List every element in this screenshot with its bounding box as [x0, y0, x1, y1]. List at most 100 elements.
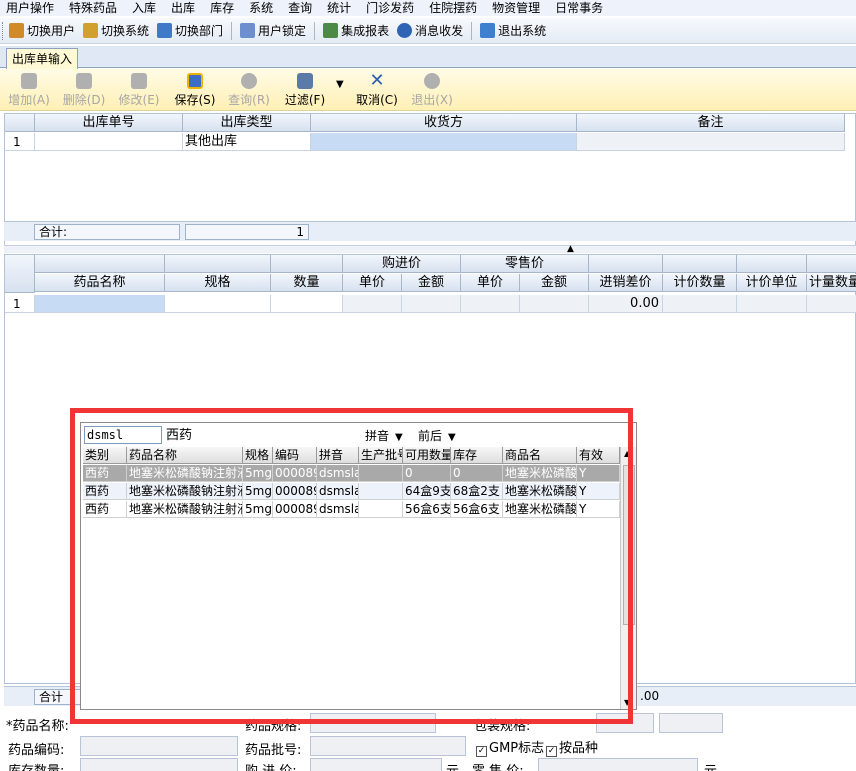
col-order-type[interactable]: 出库类型 — [183, 114, 311, 132]
menu-materials[interactable]: 物资管理 — [492, 2, 540, 14]
col-spec[interactable]: 规格 — [165, 274, 271, 292]
batch-field[interactable] — [310, 736, 466, 756]
pack-spec-field[interactable] — [596, 713, 654, 733]
switch-user-button[interactable]: 切换用户 — [9, 22, 75, 39]
popup-scroll-thumb[interactable] — [623, 465, 635, 625]
col-retail-amount[interactable]: 金额 — [520, 274, 589, 292]
col-billing-unit[interactable]: 计价单位 — [737, 274, 807, 292]
popup-cell-pinyin: dsmsla — [317, 483, 359, 500]
menu-daily[interactable]: 日常事务 — [555, 2, 603, 14]
note-cell[interactable] — [577, 133, 845, 151]
drug-spec-field[interactable] — [310, 713, 436, 733]
measure-qty-cell[interactable] — [807, 295, 856, 313]
menu-stock-out[interactable]: 出库 — [171, 2, 195, 14]
col-price-diff[interactable]: 进销差价 — [589, 274, 663, 292]
by-kind-checkbox[interactable]: ✓ 按品种 — [546, 737, 598, 757]
col-purchase-amount[interactable]: 金额 — [402, 274, 461, 292]
purchase-price-field[interactable] — [310, 758, 442, 771]
col-code[interactable]: 编码 — [273, 447, 317, 464]
exit-system-button[interactable]: 退出系统 — [480, 22, 546, 39]
spec-cell[interactable] — [165, 295, 271, 313]
group-retail-price: 零售价 — [461, 255, 589, 273]
menu-special-drugs[interactable]: 特殊药品 — [69, 2, 117, 14]
switch-system-button[interactable]: 切换系统 — [83, 22, 149, 39]
switch-department-button[interactable]: 切换部门 — [157, 22, 223, 39]
purchase-unit-price-cell[interactable] — [343, 295, 402, 313]
integrated-report-button[interactable]: 集成报表 — [323, 22, 389, 39]
popup-cell-category: 西药 — [83, 483, 127, 500]
scroll-up-icon[interactable]: ▲ — [624, 449, 630, 458]
pack-spec-field-2[interactable] — [659, 713, 723, 733]
retail-price-field[interactable] — [538, 758, 698, 771]
splitter-caret-icon[interactable]: ▲ — [567, 244, 574, 254]
billing-qty-cell[interactable] — [663, 295, 737, 313]
menu-outpatient[interactable]: 门诊发药 — [366, 2, 414, 14]
menu-statistics[interactable]: 统计 — [327, 2, 351, 14]
save-button[interactable]: 保存(S) — [172, 73, 218, 108]
pinyin-search-input[interactable]: dsmsl — [84, 426, 162, 444]
col-note[interactable]: 备注 — [577, 114, 845, 132]
price-diff-cell[interactable]: 0.00 — [589, 295, 663, 313]
delete-button[interactable]: 删除(D) — [61, 73, 107, 108]
col-billing-qty[interactable]: 计价数量 — [663, 274, 737, 292]
filter-button[interactable]: 过滤(F) — [282, 73, 328, 108]
add-button[interactable]: 增加(A) — [6, 73, 52, 108]
query-button[interactable]: 查询(R) — [226, 73, 272, 108]
col-purchase-unit-price[interactable]: 单价 — [343, 274, 402, 292]
col-drug-name[interactable]: 药品名称 — [35, 274, 165, 292]
col-order-no[interactable]: 出库单号 — [35, 114, 183, 132]
scroll-down-icon[interactable]: ▼ — [624, 698, 630, 707]
department-switch-icon — [157, 23, 173, 38]
col-quantity[interactable]: 数量 — [271, 274, 343, 292]
retail-amount-cell[interactable] — [520, 295, 589, 313]
col-name[interactable]: 药品名称 — [127, 447, 243, 464]
user-switch-icon — [9, 23, 24, 38]
col-trade-name[interactable]: 商品名 — [503, 447, 577, 464]
stock-label: 库存数量: — [8, 760, 64, 771]
stock-field[interactable] — [80, 758, 238, 771]
billing-unit-cell[interactable] — [737, 295, 807, 313]
retail-unit-price-cell[interactable] — [461, 295, 520, 313]
message-button[interactable]: 消息收发 — [397, 22, 463, 39]
drug-code-field[interactable] — [80, 736, 238, 756]
menu-user-ops[interactable]: 用户操作 — [6, 2, 54, 14]
gmp-checkbox[interactable]: ✓ GMP标志 — [476, 737, 544, 757]
by-kind-check-icon: ✓ — [546, 746, 557, 757]
col-pinyin[interactable]: 拼音 — [317, 447, 359, 464]
menu-stock-in[interactable]: 入库 — [132, 2, 156, 14]
retail-price-label: 零 售 价: — [472, 760, 524, 771]
quantity-cell[interactable] — [271, 295, 343, 313]
order-summary-bar: 合计: 1 — [4, 221, 856, 241]
toolbar-grip[interactable] — [2, 21, 5, 40]
menu-system[interactable]: 系统 — [249, 2, 273, 14]
purchase-amount-cell[interactable] — [402, 295, 461, 313]
popup-cell-code: 000089 — [273, 465, 317, 482]
col-stock[interactable]: 库存 — [451, 447, 503, 464]
filter-dropdown-icon[interactable]: ▼ — [336, 79, 344, 90]
col-available[interactable]: 可用数量 — [403, 447, 451, 464]
menu-query[interactable]: 查询 — [288, 2, 312, 14]
menu-inpatient[interactable]: 住院摆药 — [429, 2, 477, 14]
search-mode-dropdown[interactable]: 拼音 ▼ — [365, 427, 403, 444]
drug-name-cell[interactable] — [35, 295, 165, 313]
exit-action-button[interactable]: 退出(X) — [409, 73, 455, 108]
col-batch[interactable]: 生产批号 — [359, 447, 403, 464]
popup-cell-pinyin: dsmsla — [317, 465, 359, 482]
popup-scrollbar[interactable]: ▲ ▼ — [620, 447, 636, 709]
user-lock-button[interactable]: 用户锁定 — [240, 22, 306, 39]
col-retail-unit-price[interactable]: 单价 — [461, 274, 520, 292]
col-measure-qty[interactable]: 计量数量 — [807, 274, 856, 292]
cancel-button[interactable]: ✕ 取消(C) — [354, 72, 400, 108]
col-receiver[interactable]: 收货方 — [311, 114, 577, 132]
col-valid[interactable]: 有效 — [577, 447, 620, 464]
edit-button[interactable]: 修改(E) — [116, 73, 162, 108]
order-no-cell[interactable] — [35, 133, 183, 151]
tab-stock-out-entry[interactable]: 出库单输入 — [6, 48, 79, 69]
match-mode-dropdown[interactable]: 前后 ▼ — [418, 427, 456, 444]
col-spec[interactable]: 规格 — [243, 447, 273, 464]
order-type-cell[interactable]: 其他出库 — [183, 133, 311, 151]
menu-inventory[interactable]: 库存 — [210, 2, 234, 14]
col-category[interactable]: 类别 — [83, 447, 127, 464]
grid-splitter[interactable]: ▲ — [4, 244, 856, 254]
receiver-cell[interactable] — [311, 133, 577, 151]
